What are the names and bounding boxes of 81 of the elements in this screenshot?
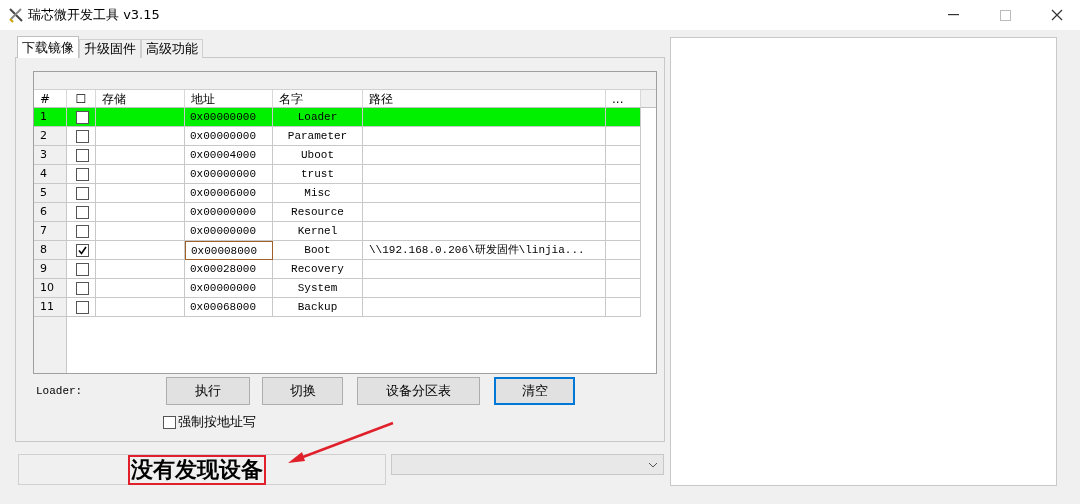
window-title: 瑞芯微开发工具 v3.15 xyxy=(28,6,160,24)
name-cell: Uboot xyxy=(273,146,363,165)
empty-cell xyxy=(606,146,641,165)
address-cell[interactable]: 0x00028000 xyxy=(185,260,273,279)
row-number: 3 xyxy=(34,146,67,165)
empty-cell xyxy=(606,298,641,317)
name-cell: Backup xyxy=(273,298,363,317)
empty-cell xyxy=(606,184,641,203)
action-button[interactable]: 设备分区表 xyxy=(357,377,480,405)
action-button[interactable]: 切换 xyxy=(262,377,343,405)
tab[interactable]: 升级固件 xyxy=(79,39,141,58)
path-header[interactable]: 路径 xyxy=(363,90,606,108)
row-checkbox[interactable] xyxy=(76,300,89,314)
index-header[interactable]: # xyxy=(34,90,67,108)
name-cell: Loader xyxy=(273,108,363,127)
row-header-column xyxy=(34,317,67,373)
row-number: 4 xyxy=(34,165,67,184)
name-cell: Misc xyxy=(273,184,363,203)
storage-header[interactable]: 存储 xyxy=(96,90,185,108)
row-number: 2 xyxy=(34,127,67,146)
loader-label: Loader: xyxy=(35,385,84,397)
address-cell[interactable]: 0x00004000 xyxy=(185,146,273,165)
name-cell: System xyxy=(273,279,363,298)
empty-cell xyxy=(606,260,641,279)
row-number: 6 xyxy=(34,203,67,222)
tools-icon xyxy=(8,7,24,23)
row-checkbox[interactable] xyxy=(76,167,89,181)
name-cell: trust xyxy=(273,165,363,184)
address-cell[interactable]: 0x00006000 xyxy=(185,184,273,203)
name-cell: Kernel xyxy=(273,222,363,241)
row-checkbox[interactable] xyxy=(76,186,89,200)
name-cell: Recovery xyxy=(273,260,363,279)
empty-cell xyxy=(606,165,641,184)
row-number: 7 xyxy=(34,222,67,241)
row-checkbox[interactable] xyxy=(76,262,89,276)
address-cell[interactable]: 0x00000000 xyxy=(185,165,273,184)
address-cell[interactable]: 0x00008000 xyxy=(185,241,273,260)
empty-cell xyxy=(606,241,641,260)
selected-row-highlight[interactable]: 1 0x00000000 Loader xyxy=(34,108,656,127)
name-cell: Boot xyxy=(273,241,363,260)
row-number: 9 xyxy=(34,260,67,279)
row-number: 5 xyxy=(34,184,67,203)
row-number: 10 xyxy=(34,279,67,298)
row-checkbox[interactable] xyxy=(76,129,89,143)
row-number: 8 xyxy=(34,241,67,260)
action-button[interactable]: 执行 xyxy=(166,377,250,405)
checkbox-label: 强制按地址写 xyxy=(178,413,256,431)
empty-cell xyxy=(606,127,641,146)
close-icon[interactable] xyxy=(1051,9,1063,21)
empty-cell xyxy=(606,222,641,241)
row-checkbox[interactable] xyxy=(76,224,89,238)
tab[interactable]: 高级功能 xyxy=(141,39,203,58)
address-header[interactable]: 地址 xyxy=(185,90,273,108)
more-header[interactable]: ... xyxy=(606,90,641,108)
empty-cell xyxy=(606,279,641,298)
minimize-icon[interactable] xyxy=(947,14,959,16)
address-cell[interactable]: 0x00000000 xyxy=(185,222,273,241)
name-cell: Parameter xyxy=(273,127,363,146)
empty-cell xyxy=(606,203,641,222)
row-number: 11 xyxy=(34,298,67,317)
row-checkbox[interactable] xyxy=(76,205,89,219)
action-button[interactable]: 清空 xyxy=(494,377,575,405)
status-text: 没有发现设备 xyxy=(128,454,266,485)
row-checkbox[interactable] xyxy=(76,281,89,295)
row-checkbox[interactable] xyxy=(76,110,89,124)
name-header[interactable]: 名字 xyxy=(273,90,363,108)
address-cell[interactable]: 0x00068000 xyxy=(185,298,273,317)
checkbox-header[interactable]: ☐ xyxy=(67,90,96,108)
chevron-down-icon xyxy=(648,461,658,468)
tab[interactable]: 下载镜像 xyxy=(17,36,79,58)
path-cell: \\192.168.0.206\研发固件\linjia... xyxy=(363,241,606,260)
name-cell: Resource xyxy=(273,203,363,222)
checkbox[interactable] xyxy=(163,415,176,429)
header-filler xyxy=(641,90,656,108)
row-checkbox[interactable] xyxy=(76,148,89,162)
row-number: 1 xyxy=(34,108,67,127)
row-checkbox[interactable] xyxy=(76,243,89,257)
address-cell[interactable]: 0x00000000 xyxy=(185,279,273,298)
address-cell[interactable]: 0x00000000 xyxy=(185,203,273,222)
address-cell[interactable]: 0x00000000 xyxy=(185,108,273,127)
address-cell[interactable]: 0x00000000 xyxy=(185,127,273,146)
